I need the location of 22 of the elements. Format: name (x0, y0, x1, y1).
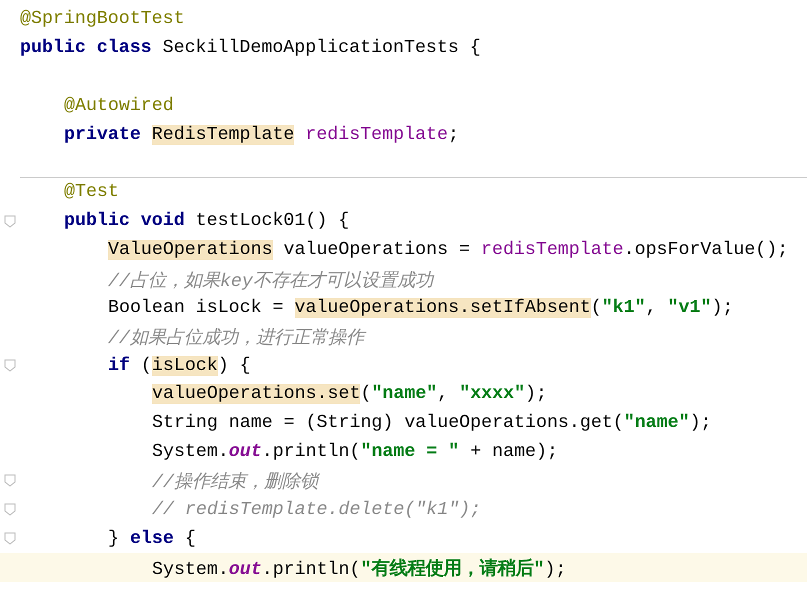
code-line: //如果占位成功，进行正常操作 (20, 324, 364, 350)
fold-icon[interactable] (4, 474, 16, 488)
code-line: @SpringBootTest (20, 9, 185, 30)
fold-icon[interactable] (4, 214, 16, 228)
code-line: private RedisTemplate redisTemplate; (63, 124, 459, 145)
fold-icon[interactable] (4, 532, 16, 546)
code-line: if (isLock) { (107, 356, 251, 376)
code-line: Boolean isLock = valueOperations.setIfAbsent("k1", "v1"); (107, 298, 734, 318)
code-line: //操作结束，删除锁 (151, 471, 318, 494)
code-line: @Autowired (63, 96, 174, 116)
code-line: System.out.println("name = " + name); (151, 442, 558, 462)
code-line: System.out.println("有线程使用，请稍后"); (151, 557, 566, 580)
code-line: String name = (String) valueOperations.get("name"); (151, 413, 712, 434)
code-line: ValueOperations valueOperations = redisTemplate.opsForValue(); (107, 240, 788, 260)
code-line: //占位，如果key不存在才可以设置成功 (107, 270, 433, 292)
fold-icon[interactable] (4, 503, 16, 516)
code-line: @Test (63, 182, 119, 202)
fold-icon[interactable] (4, 359, 16, 372)
code-line: // redisTemplate.delete("k1"); (151, 500, 482, 520)
code-line: } else { (107, 528, 196, 549)
code-line: public class SeckillDemoApplicationTests { (20, 38, 481, 58)
code-line: public void testLock01() { (63, 211, 350, 232)
